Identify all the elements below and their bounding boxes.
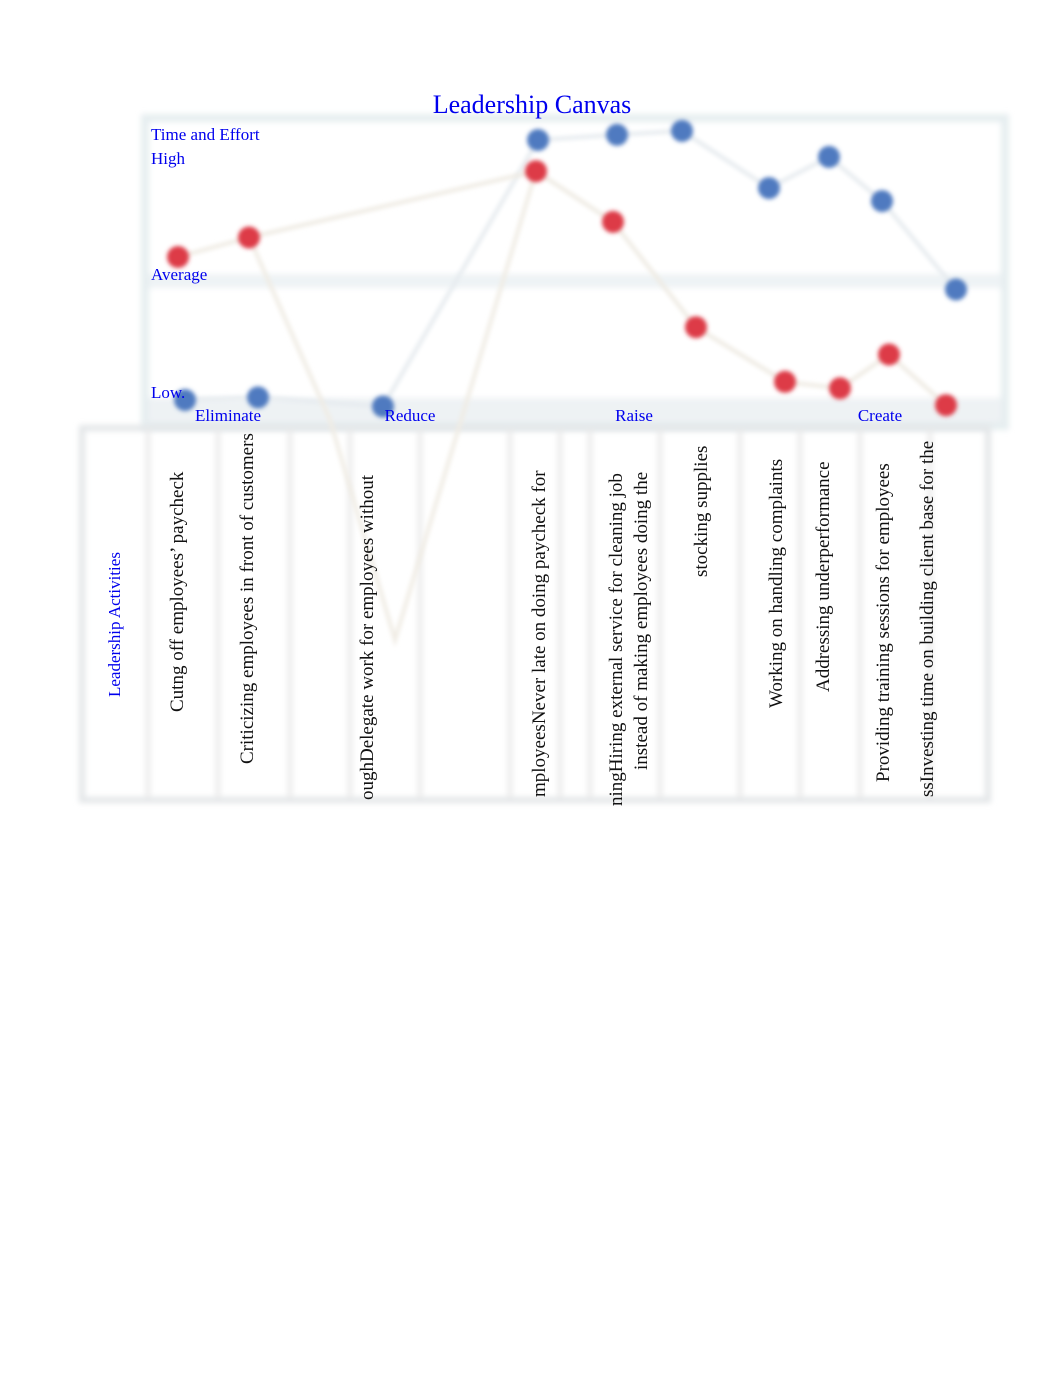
group-label-create: Create — [858, 406, 902, 425]
data-point-blue — [758, 177, 780, 200]
group-label-eliminate: Eliminate — [195, 406, 261, 425]
y-axis-title: Time and Effort — [151, 125, 260, 144]
activity-label: ningHiring external service for cleaning… — [606, 473, 627, 806]
group-label-reduce: Reduce — [385, 406, 436, 425]
activity-label: Cutng off employees’ paycheck — [167, 471, 188, 712]
leadership-canvas-chart: Leadership Canvas Time and Effort High A… — [79, 90, 1009, 806]
plot-frame — [141, 114, 1009, 430]
data-point-blue — [671, 119, 693, 142]
group-label-raise: Raise — [615, 406, 653, 425]
activity-label: Criticizing employees in front of custom… — [237, 433, 258, 764]
data-point-red — [935, 394, 957, 417]
activity-label: mployeesNever late on doing paycheck for — [529, 470, 550, 797]
data-point-red — [829, 377, 851, 400]
activity-label: stocking supplies — [691, 446, 712, 577]
data-point-blue — [945, 278, 967, 301]
data-point-red — [602, 210, 624, 233]
data-point-red — [878, 343, 900, 366]
data-point-red — [238, 226, 260, 249]
activity-label: Working on handling complaints — [766, 459, 787, 708]
data-point-blue — [871, 190, 893, 213]
activity-label: ssInvesting time on building client base… — [917, 441, 938, 797]
y-level-low: Low. — [151, 383, 185, 402]
data-point-red — [685, 316, 707, 339]
data-point-blue — [818, 145, 840, 168]
data-point-blue — [606, 123, 628, 146]
x-axis-title: Leadership Activities — [105, 552, 124, 697]
series-line-blue — [184, 128, 958, 409]
series-line-red — [177, 169, 948, 407]
y-level-average: Average — [151, 265, 207, 284]
data-point-red — [525, 160, 547, 183]
activity-label: Addressing underperformance — [813, 461, 834, 692]
chart-title: Leadership Canvas — [433, 90, 632, 119]
data-point-red — [774, 370, 796, 393]
activity-labels: Cutng off employees’ paycheck Criticizing… — [167, 433, 938, 806]
data-point-blue — [527, 129, 549, 151]
activity-label: oughDelegate work for employees without — [357, 474, 378, 800]
activity-label: instead of making employees doing the — [631, 472, 652, 770]
activity-label: Providing training sessions for employee… — [873, 463, 894, 782]
series-points — [167, 119, 967, 418]
y-level-high: High — [151, 149, 186, 168]
